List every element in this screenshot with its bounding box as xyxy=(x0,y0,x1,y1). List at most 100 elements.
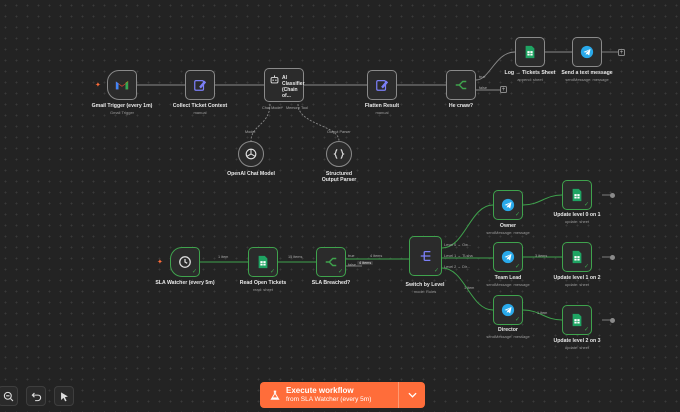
output-handle[interactable] xyxy=(610,318,615,323)
edge-label-3-items: 3 items xyxy=(535,254,548,258)
zoom-out-icon xyxy=(3,391,13,401)
node-openai-model[interactable] xyxy=(238,141,264,167)
update-l1-label: Update level 1 on 2 xyxy=(553,275,601,281)
execute-workflow-button[interactable]: Execute workflow from SLA Watcher (every… xyxy=(260,382,425,408)
send-text-label: Send a text message xyxy=(561,70,613,76)
owner-sub: sendMessage: message xyxy=(486,230,530,235)
pointer-button[interactable] xyxy=(54,386,74,406)
read-open-sub: read: sheet xyxy=(252,287,274,292)
log-tickets-label: Log → Tickets Sheet xyxy=(504,70,556,76)
branch-icon xyxy=(455,80,467,90)
undo-button[interactable] xyxy=(26,386,46,406)
node-structured-parser[interactable] xyxy=(326,141,352,167)
gmail-trigger-label: Gmail Trigger (every 1m) xyxy=(91,103,153,109)
send-text-sub: sendMessage: message xyxy=(565,77,609,82)
port-memory: Memory xyxy=(286,106,300,110)
trigger-bolt-icon: ✦ xyxy=(95,82,101,89)
node-sla-breached[interactable]: ✓ xyxy=(316,247,346,277)
port-false-top: false xyxy=(479,86,488,90)
sheets-icon xyxy=(258,255,268,269)
node-update-l2[interactable]: ✓ xyxy=(562,305,592,335)
success-check-icon: ✓ xyxy=(191,269,197,275)
port-level0: Level 0 → Ow... xyxy=(444,243,471,247)
port-false-bottom: false xyxy=(348,263,357,267)
edge-label-1-item-c: 1 item xyxy=(537,311,548,315)
flatten-result-sub: manual xyxy=(375,110,389,115)
node-he-cnaw[interactable] xyxy=(446,70,476,100)
node-collect-ticket[interactable] xyxy=(185,70,215,100)
node-send-text[interactable] xyxy=(572,37,602,67)
zoom-out-button[interactable] xyxy=(0,386,18,406)
telegram-icon xyxy=(580,45,594,59)
switch-level-label: Switch by Level xyxy=(405,282,445,288)
port-tool: Tool xyxy=(301,106,308,110)
node-read-open[interactable]: ✓ xyxy=(248,247,278,277)
sheets-icon xyxy=(572,313,582,327)
director-sub: sendMessage: message xyxy=(486,334,530,339)
he-cnaw-label: He cnaw? xyxy=(448,103,474,109)
sla-breached-label: SLA Breached? xyxy=(311,280,351,286)
add-node-after-send-button[interactable]: + xyxy=(618,49,625,56)
node-log-tickets[interactable] xyxy=(515,37,545,67)
update-l0-label: Update level 0 on 1 xyxy=(553,212,601,218)
switch-icon xyxy=(420,250,430,262)
structured-parser-label: Structured Output Parser xyxy=(321,171,357,183)
pointer-icon xyxy=(60,391,68,401)
node-ai-classifier[interactable]: AI Classifier (Chain of... xyxy=(264,68,305,102)
node-update-l0[interactable]: ✓ xyxy=(562,180,592,210)
director-label: Director xyxy=(498,327,518,333)
telegram-icon xyxy=(501,198,515,212)
node-owner[interactable]: ✓ xyxy=(493,190,523,220)
success-check-icon: ✓ xyxy=(433,268,439,274)
flask-icon xyxy=(270,390,280,400)
execute-main[interactable]: Execute workflow from SLA Watcher (every… xyxy=(260,382,398,408)
port-level2: Level 2 → Dir... xyxy=(444,265,470,269)
node-switch-level[interactable]: ✓ xyxy=(409,236,442,276)
openai-icon xyxy=(245,148,257,160)
update-l0-sub: update: sheet xyxy=(564,219,590,224)
edge-label-1-item: 1 item xyxy=(218,255,229,259)
execute-dropdown-button[interactable] xyxy=(399,382,425,408)
branch-icon xyxy=(325,257,337,267)
flatten-result-label: Flatten Result xyxy=(364,103,400,109)
log-tickets-sub: append: sheet xyxy=(517,77,543,82)
node-gmail-trigger[interactable] xyxy=(107,70,137,100)
collect-ticket-sub: manual xyxy=(193,110,207,115)
output-handle[interactable] xyxy=(610,255,615,260)
node-sla-watcher[interactable]: ✓ xyxy=(170,247,200,277)
output-handle[interactable] xyxy=(610,193,615,198)
edge-label-15-items: 15 items xyxy=(288,255,303,259)
node-team-lead[interactable]: ✓ xyxy=(493,242,523,272)
success-check-icon: ✓ xyxy=(583,264,589,270)
node-flatten-result[interactable] xyxy=(367,70,397,100)
add-node-false-button[interactable]: + xyxy=(500,86,507,93)
success-check-icon: ✓ xyxy=(514,317,520,323)
trigger-bolt-icon-2: ✦ xyxy=(157,259,163,266)
success-check-icon: ✓ xyxy=(514,264,520,270)
execute-subtitle: from SLA Watcher (every 5m) xyxy=(286,396,372,403)
port-true-top: true xyxy=(479,75,486,79)
sheets-icon xyxy=(525,45,535,59)
telegram-icon xyxy=(501,303,515,317)
success-check-icon: ✓ xyxy=(583,202,589,208)
port-chat-model: Chat Model* xyxy=(262,106,283,110)
workflow-canvas[interactable]: ✦ Gmail Trigger (every 1m) Gmail Trigger… xyxy=(0,0,680,412)
update-l2-label: Update level 2 on 3 xyxy=(553,338,601,344)
edge-label-1-item-b: 1 item xyxy=(464,286,475,290)
edit-icon xyxy=(194,80,207,91)
collect-ticket-label: Collect Ticket Context xyxy=(172,103,228,109)
node-update-l1[interactable]: ✓ xyxy=(562,242,592,272)
edit-icon xyxy=(376,80,389,91)
update-l1-sub: update: sheet xyxy=(564,282,590,287)
success-check-icon: ✓ xyxy=(269,269,275,275)
execute-title: Execute workflow xyxy=(286,386,354,395)
openai-model-label: OpenAI Chat Model xyxy=(227,171,275,177)
gmail-trigger-sub: Gmail Trigger xyxy=(109,110,135,115)
team-lead-sub: sendMessage: message xyxy=(486,282,530,287)
switch-level-sub: mode: Rules xyxy=(413,289,437,294)
port-level1: Level 1 → TLsha xyxy=(444,254,473,258)
sla-watcher-label: SLA Watcher (every 5m) xyxy=(155,280,215,286)
update-l2-sub: update: sheet xyxy=(564,345,590,350)
port-model: Model xyxy=(245,130,256,134)
node-director[interactable]: ✓ xyxy=(493,295,523,325)
